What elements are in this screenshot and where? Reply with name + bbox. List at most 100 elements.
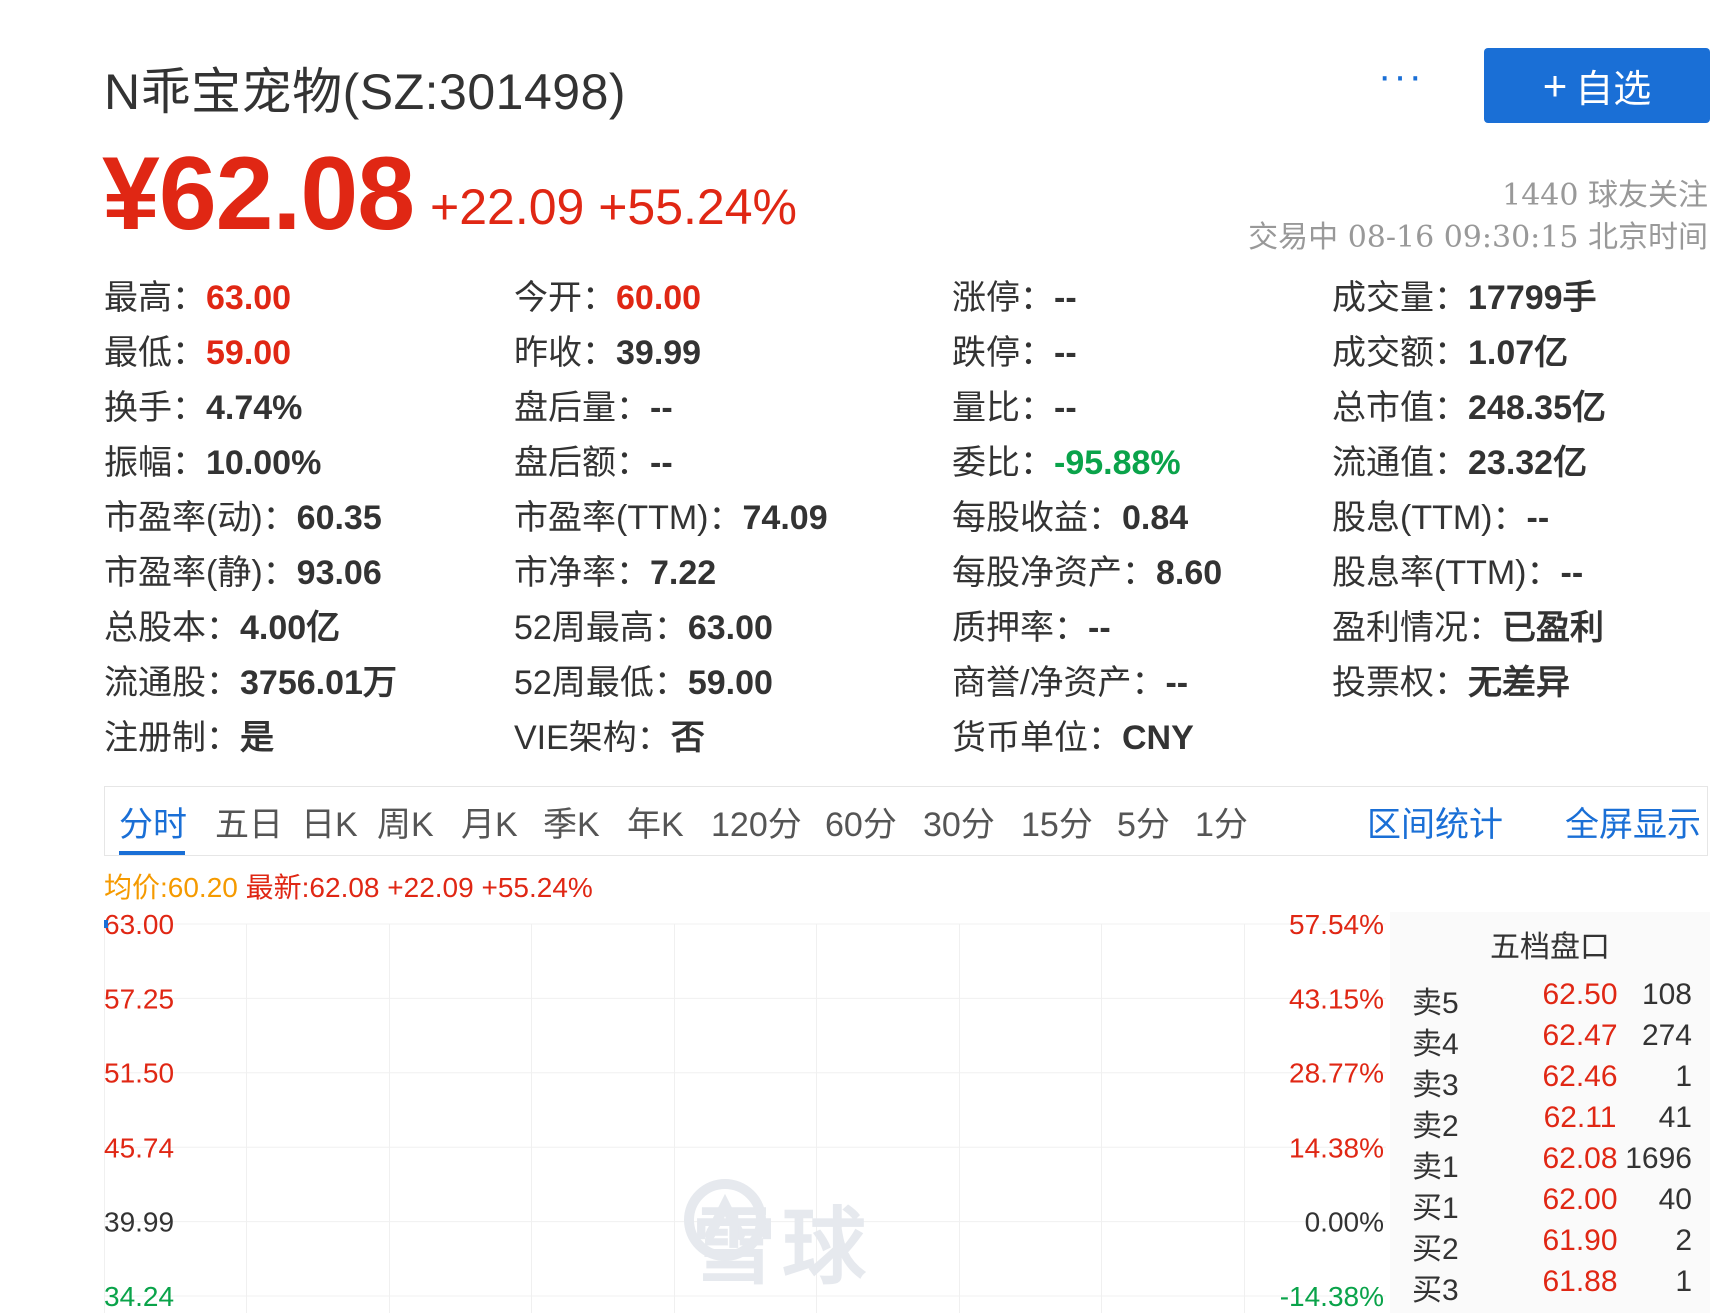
y-axis-right-label: 28.77% — [1289, 1058, 1384, 1089]
stat-open: 今开：60.00 — [514, 279, 702, 317]
stat-currency: 货币单位：CNY — [952, 719, 1194, 757]
stat-pe-ttm: 市盈率(TTM)：74.09 — [514, 499, 828, 537]
stat-pe-dyn: 市盈率(动)：60.35 — [104, 499, 382, 537]
stat-limit-up: 涨停：-- — [952, 279, 1077, 317]
order-book: 五档盘口 卖5 62.50 108 卖4 62.47 274 卖3 62.46 1 卖2 62.11… — [1390, 912, 1710, 1313]
tab-120min[interactable]: 120分 — [711, 797, 802, 846]
tab-monthly-k[interactable]: 月K — [461, 797, 518, 846]
plus-icon: + — [1542, 61, 1568, 109]
y-axis-right-label: -14.38% — [1280, 1281, 1384, 1312]
tab-quarterly-k[interactable]: 季K — [543, 797, 600, 846]
order-book-qty: 1696 — [1625, 1142, 1692, 1175]
y-axis-right-label: 57.54% — [1289, 909, 1384, 940]
tab-weekly-k[interactable]: 周K — [377, 797, 434, 846]
tab-5day[interactable]: 五日 — [215, 797, 283, 846]
order-book-qty: 1 — [1675, 1060, 1692, 1093]
order-book-qty: 274 — [1641, 1019, 1692, 1052]
order-book-qty: 41 — [1658, 1101, 1692, 1134]
add-watchlist-button[interactable]: + 自选 — [1484, 48, 1710, 123]
tab-intraday[interactable]: 分时 — [119, 797, 187, 846]
add-watchlist-label: 自选 — [1575, 69, 1652, 111]
stat-amplitude: 振幅：10.00% — [104, 444, 322, 482]
order-book-row: 买2 61.90 2 — [1390, 1220, 1710, 1266]
order-book-row: 卖4 62.47 274 — [1390, 1015, 1710, 1061]
order-book-price: 62.11 — [1543, 1101, 1617, 1134]
quote-stats: 最高：63.00 最低：59.00 换手：4.74% 振幅：10.00% 市盈率… — [104, 270, 1724, 770]
more-options-button[interactable]: ··· — [1378, 56, 1424, 96]
y-axis-left-label: 34.24 — [104, 1281, 174, 1312]
order-book-price: 62.46 — [1542, 1060, 1618, 1093]
stat-pb: 市净率：7.22 — [514, 554, 717, 592]
y-axis-right-label: 0.00% — [1305, 1207, 1384, 1238]
tab-60min[interactable]: 60分 — [825, 797, 897, 846]
stat-high: 最高：63.00 — [104, 279, 292, 317]
stat-voting: 投票权：无差异 — [1332, 664, 1570, 702]
current-price: ¥62.08 — [102, 136, 415, 252]
order-book-qty: 2 — [1675, 1224, 1692, 1257]
stat-amount: 成交额：1.07亿 — [1332, 334, 1569, 372]
order-book-price: 61.90 — [1542, 1224, 1618, 1257]
stat-market-cap: 总市值：248.35亿 — [1332, 389, 1606, 427]
tab-1min[interactable]: 1分 — [1195, 797, 1248, 846]
stat-52wk-low: 52周最低：59.00 — [514, 664, 773, 702]
range-stats-link[interactable]: 区间统计 — [1367, 797, 1503, 846]
tab-30min[interactable]: 30分 — [923, 797, 995, 846]
stat-dividend-ttm: 股息(TTM)：-- — [1332, 499, 1550, 537]
y-axis-right-label: 43.15% — [1289, 983, 1384, 1014]
order-book-price: 62.47 — [1542, 1019, 1618, 1052]
order-book-row: 卖2 62.11 41 — [1390, 1097, 1710, 1143]
order-book-row: 买3 61.88 1 — [1390, 1261, 1710, 1307]
tab-daily-k[interactable]: 日K — [301, 797, 358, 846]
order-book-row: 卖3 62.46 1 — [1390, 1056, 1710, 1102]
price-line-point — [104, 920, 108, 928]
y-axis-left-label: 39.99 — [104, 1207, 174, 1238]
stat-limit-down: 跌停：-- — [952, 334, 1077, 372]
order-book-qty: 1 — [1675, 1265, 1692, 1298]
order-book-price: 62.50 — [1542, 978, 1618, 1011]
stat-commit-ratio: 委比：-95.88% — [952, 444, 1181, 482]
order-book-qty: 108 — [1641, 978, 1692, 1011]
stat-eps: 每股收益：0.84 — [952, 499, 1189, 537]
stat-goodwill: 商誉/净资产：-- — [952, 664, 1189, 702]
order-book-price: 62.00 — [1542, 1183, 1618, 1216]
order-book-level: 买3 — [1412, 1274, 1459, 1307]
order-book-row: 卖1 62.08 1696 — [1390, 1138, 1710, 1184]
trade-status: 交易中 08-16 09:30:15 北京时间 — [1248, 220, 1708, 255]
tab-15min[interactable]: 15分 — [1021, 797, 1093, 846]
y-axis-right-label: 14.38% — [1289, 1132, 1384, 1163]
order-book-price: 62.08 — [1542, 1142, 1618, 1175]
stat-52wk-high: 52周最高：63.00 — [514, 609, 773, 647]
order-book-qty: 40 — [1658, 1183, 1692, 1216]
watermark-text: 雪球 — [692, 1200, 873, 1294]
tab-5min[interactable]: 5分 — [1117, 797, 1170, 846]
stat-float-shares: 流通股：3756.01万 — [104, 664, 397, 702]
order-book-row: 买1 62.00 40 — [1390, 1179, 1710, 1225]
stat-total-shares: 总股本：4.00亿 — [104, 609, 341, 647]
y-axis-left-label: 45.74 — [104, 1132, 174, 1163]
stat-turnover: 换手：4.74% — [104, 389, 303, 427]
average-price: 均价:60.20 — [104, 872, 238, 903]
stat-float-cap: 流通值：23.32亿 — [1332, 444, 1588, 482]
price-summary: 均价:60.20 最新:62.08 +22.09 +55.24% — [104, 866, 593, 906]
stat-dividend-yield: 股息率(TTM)：-- — [1332, 554, 1584, 592]
price-change: +22.09 +55.24% — [430, 179, 797, 235]
stock-title: N乖宝宠物(SZ:301498) — [104, 64, 627, 120]
stat-pe-static: 市盈率(静)：93.06 — [104, 554, 382, 592]
active-tab-underline — [119, 851, 185, 855]
stat-registration: 注册制：是 — [104, 719, 274, 757]
stat-pledge: 质押率：-- — [952, 609, 1111, 647]
latest-price: 最新:62.08 +22.09 +55.24% — [245, 872, 593, 903]
fullscreen-link[interactable]: 全屏显示 — [1565, 797, 1701, 846]
order-book-row: 卖5 62.50 108 — [1390, 974, 1710, 1020]
order-book-price: 61.88 — [1542, 1265, 1618, 1298]
y-axis-left-label: 57.25 — [104, 983, 174, 1014]
stat-volume-ratio: 量比：-- — [952, 389, 1077, 427]
stat-profit: 盈利情况：已盈利 — [1332, 609, 1604, 647]
stat-after-volume: 盘后量：-- — [514, 389, 673, 427]
stat-vie: VIE架构：否 — [514, 719, 705, 757]
y-axis-left-label: 63.00 — [104, 909, 174, 940]
stat-bvps: 每股净资产：8.60 — [952, 554, 1223, 592]
stat-prev-close: 昨收：39.99 — [514, 334, 702, 372]
followers-count: 1440 球友关注 — [1502, 178, 1708, 213]
tab-yearly-k[interactable]: 年K — [627, 797, 684, 846]
